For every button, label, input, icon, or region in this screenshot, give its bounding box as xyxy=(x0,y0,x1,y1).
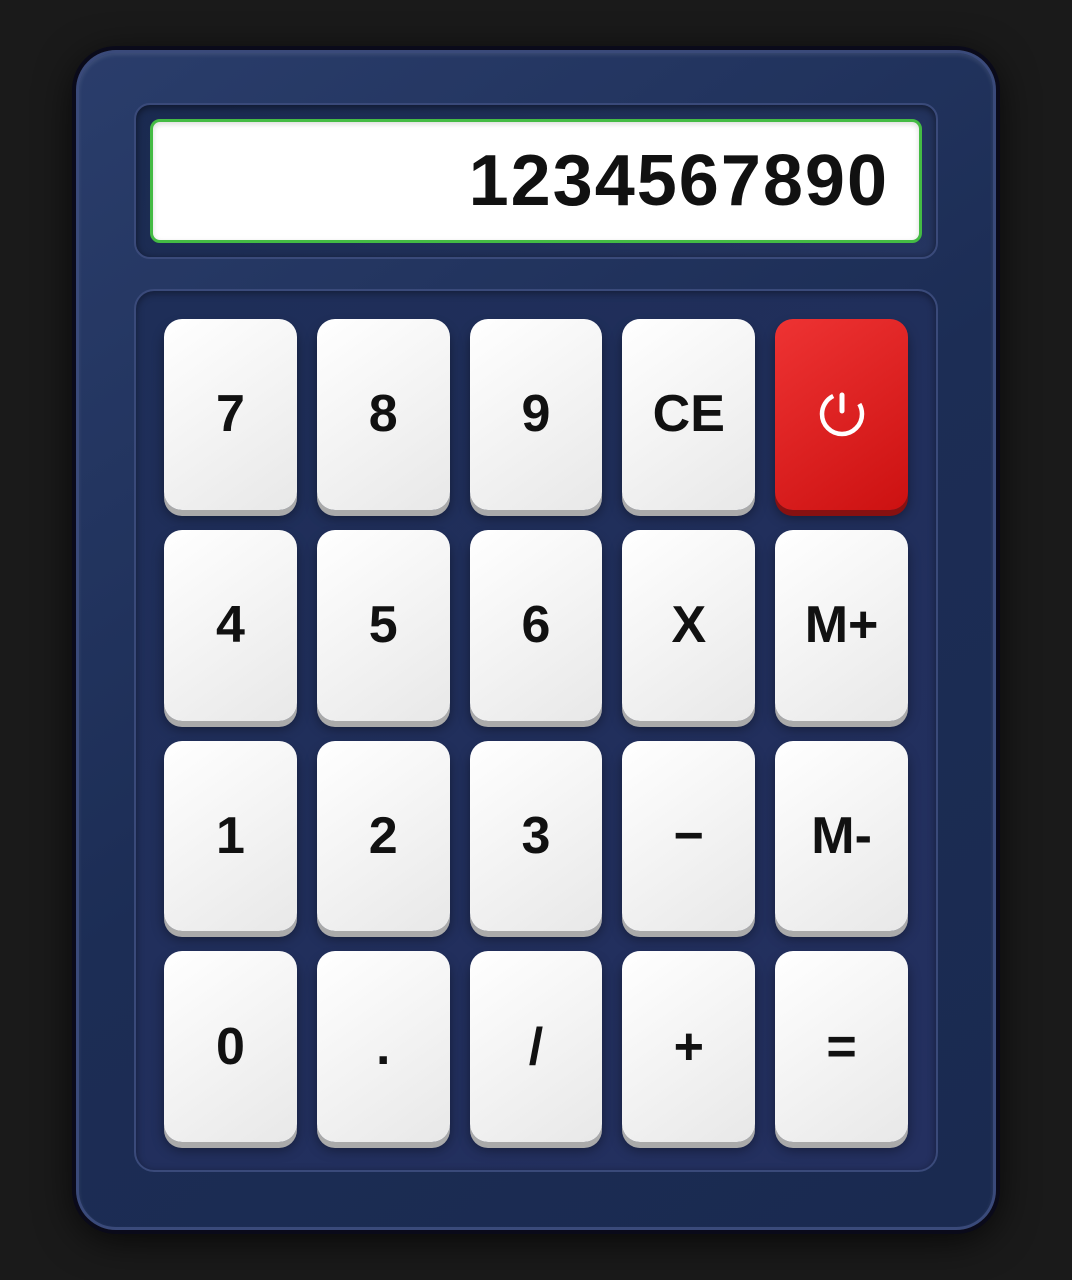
key-divide[interactable]: / xyxy=(470,951,603,1142)
key-mplus[interactable]: M+ xyxy=(775,530,908,721)
key-9[interactable]: 9 xyxy=(470,319,603,510)
key-5[interactable]: 5 xyxy=(317,530,450,721)
key-8[interactable]: 8 xyxy=(317,319,450,510)
key-equals[interactable]: = xyxy=(775,951,908,1142)
key-mminus[interactable]: M- xyxy=(775,741,908,932)
key-7[interactable]: 7 xyxy=(164,319,297,510)
key-power[interactable] xyxy=(775,319,908,510)
key-plus[interactable]: + xyxy=(622,951,755,1142)
key-row-2: 4 5 6 X M+ xyxy=(164,530,908,721)
power-icon xyxy=(813,385,871,443)
display-wrapper: 1234567890 xyxy=(134,103,938,259)
calculator: 1234567890 7 8 9 CE 4 5 6 X M+ xyxy=(76,50,996,1230)
keypad: 7 8 9 CE 4 5 6 X M+ 1 2 xyxy=(134,289,938,1172)
key-multiply[interactable]: X xyxy=(622,530,755,721)
key-dot[interactable]: . xyxy=(317,951,450,1142)
key-row-1: 7 8 9 CE xyxy=(164,319,908,510)
key-ce[interactable]: CE xyxy=(622,319,755,510)
display: 1234567890 xyxy=(150,119,922,243)
key-4[interactable]: 4 xyxy=(164,530,297,721)
key-1[interactable]: 1 xyxy=(164,741,297,932)
key-6[interactable]: 6 xyxy=(470,530,603,721)
key-0[interactable]: 0 xyxy=(164,951,297,1142)
key-2[interactable]: 2 xyxy=(317,741,450,932)
key-3[interactable]: 3 xyxy=(470,741,603,932)
key-minus[interactable]: − xyxy=(622,741,755,932)
key-row-4: 0 . / + = xyxy=(164,951,908,1142)
key-row-3: 1 2 3 − M- xyxy=(164,741,908,932)
